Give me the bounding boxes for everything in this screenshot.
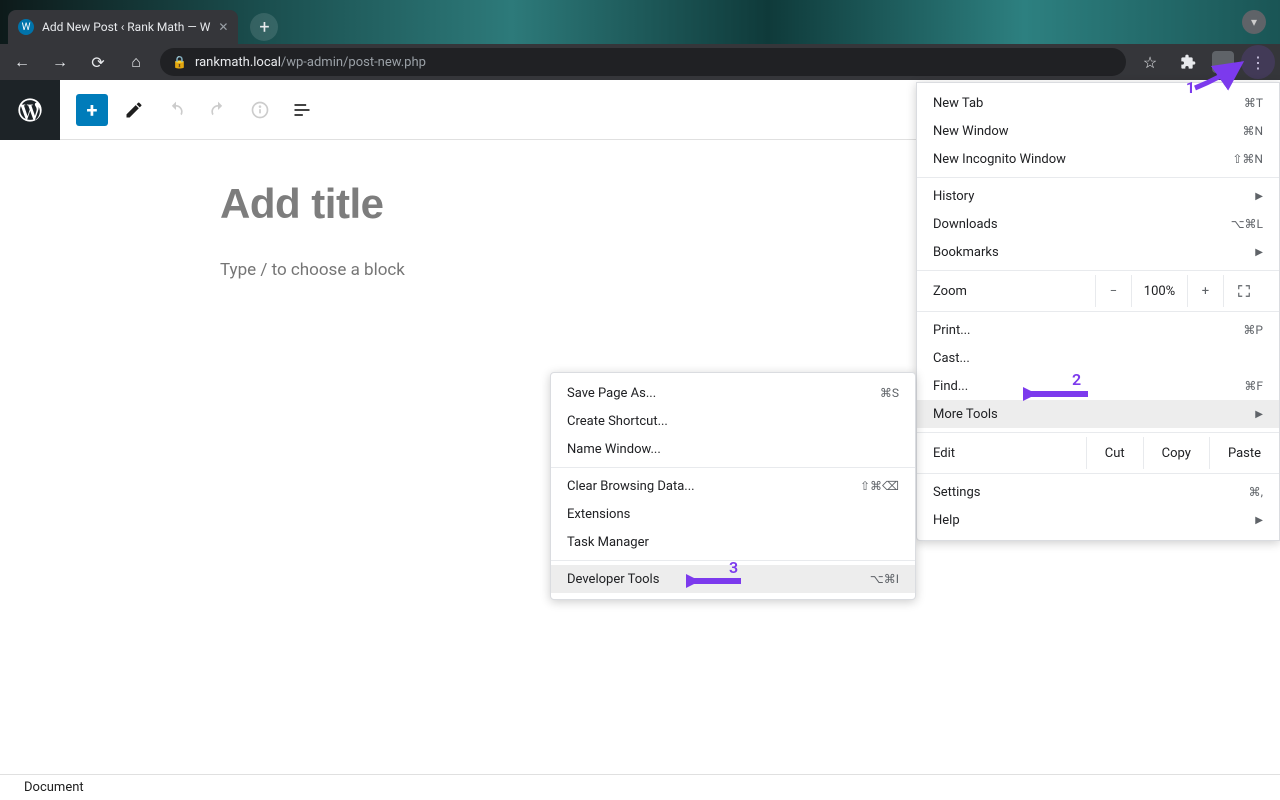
submenu-create-shortcut[interactable]: Create Shortcut... (551, 407, 915, 435)
submenu-clear-browsing-data[interactable]: Clear Browsing Data...⇧⌘⌫ (551, 472, 915, 500)
redo-button[interactable] (202, 94, 234, 126)
menu-new-incognito[interactable]: New Incognito Window⇧⌘N (917, 145, 1279, 173)
submenu-task-manager[interactable]: Task Manager (551, 528, 915, 556)
bookmark-star-icon[interactable]: ☆ (1136, 48, 1164, 76)
menu-find[interactable]: Find...⌘F (917, 372, 1279, 400)
extensions-icon[interactable] (1174, 48, 1202, 76)
zoom-in-button[interactable]: + (1187, 275, 1223, 307)
submenu-developer-tools[interactable]: Developer Tools⌥⌘I (551, 565, 915, 593)
fullscreen-button[interactable] (1223, 275, 1263, 307)
profile-avatar[interactable] (1212, 51, 1234, 73)
chevron-right-icon: ▶ (1255, 409, 1263, 420)
menu-help[interactable]: Help▶ (917, 506, 1279, 534)
editor-footer: Document (0, 774, 1280, 800)
edit-mode-icon[interactable] (118, 94, 150, 126)
forward-button[interactable]: → (46, 48, 74, 76)
chevron-right-icon: ▶ (1255, 515, 1263, 526)
address-bar[interactable]: 🔒 rankmath.local/wp-admin/post-new.php (160, 48, 1126, 76)
wordpress-logo-icon[interactable] (0, 80, 60, 140)
menu-new-tab[interactable]: New Tab⌘T (917, 89, 1279, 117)
home-button[interactable]: ⌂ (122, 48, 150, 76)
outline-icon[interactable] (286, 94, 318, 126)
menu-bookmarks[interactable]: Bookmarks▶ (917, 238, 1279, 266)
chevron-right-icon: ▶ (1255, 247, 1263, 258)
menu-new-window[interactable]: New Window⌘N (917, 117, 1279, 145)
profile-menu-icon[interactable]: ▾ (1242, 10, 1266, 34)
menu-cut[interactable]: Cut (1086, 437, 1143, 469)
menu-history[interactable]: History▶ (917, 182, 1279, 210)
submenu-name-window[interactable]: Name Window... (551, 435, 915, 463)
menu-zoom-row: Zoom − 100% + (917, 275, 1279, 307)
more-tools-submenu: Save Page As...⌘S Create Shortcut... Nam… (550, 372, 916, 600)
menu-settings[interactable]: Settings⌘, (917, 478, 1279, 506)
menu-downloads[interactable]: Downloads⌥⌘L (917, 210, 1279, 238)
browser-toolbar: ← → ⟳ ⌂ 🔒 rankmath.local/wp-admin/post-n… (0, 44, 1280, 80)
menu-more-tools[interactable]: More Tools▶ (917, 400, 1279, 428)
edit-label: Edit (933, 446, 955, 461)
chrome-menu-button[interactable]: ⋮ (1244, 48, 1272, 76)
tab-title: Add New Post ‹ Rank Math — W (42, 20, 210, 34)
wordpress-favicon-icon: W (18, 19, 34, 35)
url-host: rankmath.local (195, 55, 281, 70)
zoom-value: 100% (1131, 275, 1187, 307)
zoom-out-button[interactable]: − (1095, 275, 1131, 307)
chevron-right-icon: ▶ (1255, 191, 1263, 202)
menu-paste[interactable]: Paste (1209, 437, 1279, 469)
add-block-button[interactable]: + (76, 94, 108, 126)
browser-tab[interactable]: W Add New Post ‹ Rank Math — W ✕ (8, 10, 238, 44)
zoom-label: Zoom (933, 284, 967, 299)
window-titlebar: W Add New Post ‹ Rank Math — W ✕ + ▾ (0, 0, 1280, 44)
menu-copy[interactable]: Copy (1143, 437, 1209, 469)
new-tab-button[interactable]: + (250, 13, 278, 41)
chrome-main-menu: New Tab⌘T New Window⌘N New Incognito Win… (916, 82, 1280, 541)
lock-icon: 🔒 (172, 55, 187, 69)
menu-print[interactable]: Print...⌘P (917, 316, 1279, 344)
close-tab-icon[interactable]: ✕ (218, 20, 228, 34)
undo-button[interactable] (160, 94, 192, 126)
submenu-save-page-as[interactable]: Save Page As...⌘S (551, 379, 915, 407)
back-button[interactable]: ← (8, 48, 36, 76)
submenu-extensions[interactable]: Extensions (551, 500, 915, 528)
menu-edit-row: Edit Cut Copy Paste (917, 437, 1279, 469)
reload-button[interactable]: ⟳ (84, 48, 112, 76)
menu-cast[interactable]: Cast... (917, 344, 1279, 372)
info-icon[interactable] (244, 94, 276, 126)
breadcrumb-document[interactable]: Document (24, 780, 84, 795)
url-path: /wp-admin/post-new.php (281, 55, 426, 70)
